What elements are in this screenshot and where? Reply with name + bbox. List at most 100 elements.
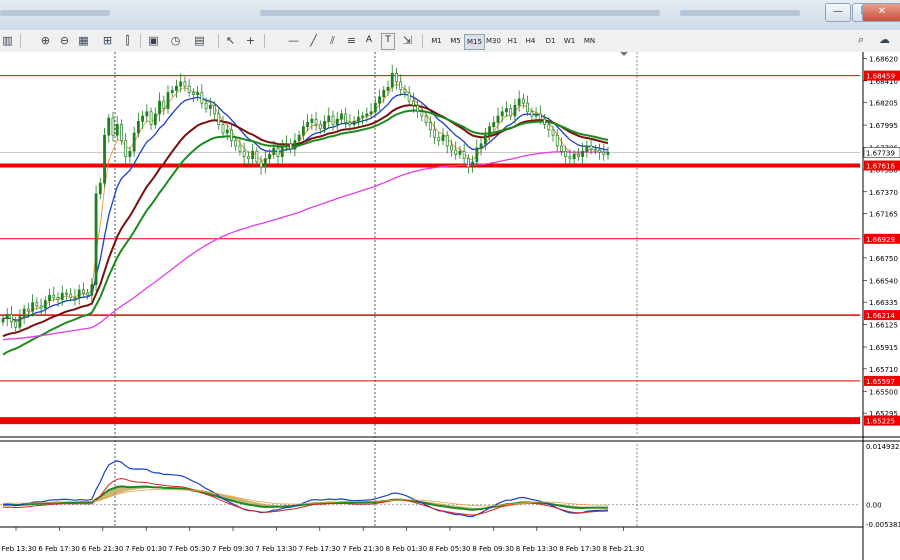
candle-body xyxy=(327,115,331,122)
hline-icon[interactable]: — xyxy=(286,33,301,48)
timeframe-mn[interactable]: MN xyxy=(580,34,599,48)
candle-body xyxy=(31,302,35,312)
bars-icon[interactable]: ▥ xyxy=(0,33,15,48)
zoom-in-icon[interactable]: ⊕ xyxy=(38,33,53,48)
tile-icon[interactable]: ▦ xyxy=(76,33,91,48)
candle-body xyxy=(369,111,373,115)
x-tick-label: 7 Feb 05:30 xyxy=(169,545,210,553)
candle-body xyxy=(488,126,491,136)
timeframe-h4[interactable]: H4 xyxy=(521,34,540,48)
x-tick-label: 7 Feb 09:30 xyxy=(212,545,253,553)
y-tick-label: 1.68620 xyxy=(869,55,898,63)
arrow-icon[interactable]: ⇲ xyxy=(400,33,415,48)
separator xyxy=(422,34,423,48)
x-tick-label: 6 Feb 13:30 xyxy=(0,545,36,553)
candle-body xyxy=(513,104,517,117)
timeframe-h1[interactable]: H1 xyxy=(503,34,522,48)
candle-body xyxy=(390,72,394,88)
zoom-out-icon[interactable]: ⊖ xyxy=(57,33,72,48)
current-price-label: 1.67739 xyxy=(866,149,895,157)
candle-body xyxy=(572,154,576,160)
candle-body xyxy=(26,308,30,312)
candle-body xyxy=(420,111,424,117)
trendline-icon[interactable]: ╱ xyxy=(306,33,321,48)
candle-body xyxy=(306,122,310,128)
label-tool[interactable]: T xyxy=(381,33,395,50)
candle-body xyxy=(543,118,546,125)
x-tick-label: 8 Feb 05:30 xyxy=(429,545,470,553)
candle-body xyxy=(246,156,250,160)
candle-body xyxy=(86,292,90,296)
candle-body xyxy=(407,92,411,102)
candle-body xyxy=(35,302,39,307)
candle-body xyxy=(365,113,369,117)
candle-body xyxy=(428,122,432,131)
y-tick-label: 1.68205 xyxy=(869,100,898,108)
candle-body xyxy=(403,88,407,93)
candle-body xyxy=(221,124,225,134)
candle-body xyxy=(145,111,149,117)
timeframe-m30[interactable]: M30 xyxy=(484,34,503,48)
timeframe-w1[interactable]: W1 xyxy=(560,34,579,48)
candle-body xyxy=(175,85,178,91)
period-icon[interactable]: ⫿ xyxy=(120,33,135,48)
candle-body xyxy=(411,100,415,106)
candle-body xyxy=(111,117,115,136)
candle-body xyxy=(352,120,356,125)
candle-body xyxy=(526,102,530,113)
candle-body xyxy=(356,116,360,122)
text-tool[interactable]: A xyxy=(363,33,375,48)
candle-body xyxy=(132,132,136,152)
candle-body xyxy=(547,124,551,131)
candle-body xyxy=(492,122,496,128)
candle-body xyxy=(191,92,195,96)
candle-body xyxy=(162,100,166,109)
separator xyxy=(140,34,141,48)
fibo-icon[interactable]: ≡ xyxy=(344,33,359,48)
x-tick-label: 8 Feb 21:30 xyxy=(603,545,644,553)
timeframe-m5[interactable]: M5 xyxy=(446,34,465,48)
timeframe-d1[interactable]: D1 xyxy=(541,34,560,48)
price-chart[interactable]: 1.686201.684101.682051.679951.677851.675… xyxy=(0,52,900,560)
cursor-icon[interactable]: ↖ xyxy=(223,33,238,48)
candle-body xyxy=(242,150,246,157)
candle-body xyxy=(479,143,483,149)
candle-body xyxy=(259,161,263,168)
candle-body xyxy=(289,143,293,150)
minimize-button[interactable]: — xyxy=(825,3,851,22)
timeframe-m15[interactable]: M15 xyxy=(464,34,485,50)
candle-body xyxy=(120,124,123,141)
candle-body xyxy=(564,150,568,157)
candle-body xyxy=(272,147,276,155)
y-tick-label: 1.66750 xyxy=(869,255,898,263)
candle-body xyxy=(441,134,445,141)
close-button[interactable]: ✕ xyxy=(862,3,900,22)
candle-body xyxy=(77,289,81,299)
crosshair-icon[interactable]: + xyxy=(243,33,258,48)
candle-body xyxy=(483,134,487,145)
candle-body xyxy=(335,118,339,125)
new-order-icon[interactable]: ▣ xyxy=(146,33,161,48)
template-icon[interactable]: ▤ xyxy=(192,33,207,48)
candle-body xyxy=(238,145,242,152)
clock-icon[interactable]: ◷ xyxy=(168,33,183,48)
candle-body xyxy=(437,136,441,141)
candle-body xyxy=(73,297,77,299)
candle-body xyxy=(310,118,314,123)
candle-body xyxy=(500,111,504,117)
candle-body xyxy=(471,161,475,168)
candle-body xyxy=(373,102,377,113)
channel-icon[interactable]: ⫽ xyxy=(325,33,340,48)
level-label: 1.65597 xyxy=(866,378,895,386)
grid-icon[interactable]: ⊞ xyxy=(100,33,115,48)
candle-body xyxy=(301,126,305,136)
timeframe-m1[interactable]: M1 xyxy=(427,34,446,48)
candle-body xyxy=(560,145,563,152)
candle-body xyxy=(496,115,500,123)
candle-body xyxy=(568,156,572,160)
candle-body xyxy=(187,85,191,93)
candle-body xyxy=(43,300,47,309)
search-icon[interactable]: ⌕ xyxy=(858,33,864,47)
candle-body xyxy=(136,120,140,134)
chat-icon[interactable]: ☁ xyxy=(879,33,890,46)
